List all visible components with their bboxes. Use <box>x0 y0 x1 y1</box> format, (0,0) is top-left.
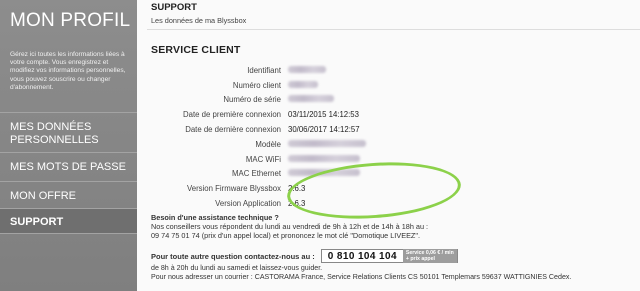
contact-footer: de 8h à 20h du lundi au samedi et laisse… <box>151 264 640 282</box>
info-label: Modèle <box>255 139 281 149</box>
info-value-redacted <box>288 139 471 149</box>
info-label: Version Application <box>215 199 281 209</box>
sidebar-item-label: MES DONNÉES PERSONNELLES <box>10 121 99 146</box>
phone-contact: Pour toute autre question contactez-nous… <box>151 249 458 263</box>
info-label: Numéro client <box>232 80 281 90</box>
phone-price: Service 0,06 € / min + prix appel <box>402 249 457 263</box>
phone-number: 0 810 104 104 <box>327 250 397 262</box>
phone-badge[interactable]: 0 810 104 104 Service 0,06 € / min + pri… <box>320 249 458 263</box>
info-label: Numéro de série <box>223 95 281 105</box>
info-value: 30/06/2017 14:12:57 <box>288 125 360 135</box>
sidebar-description: Gérez ici toutes les informations liées … <box>10 51 126 91</box>
page-title: SUPPORT <box>151 2 197 13</box>
info-label: Date de première connexion <box>183 110 281 120</box>
info-label: Identifiant <box>247 65 281 75</box>
info-row-client-number: Numéro client <box>151 78 471 93</box>
sidebar-item-label: MON OFFRE <box>10 190 76 202</box>
phone-prompt: Pour toute autre question contactez-nous… <box>151 251 315 261</box>
hours-text: de 8h à 20h du lundi au samedi et laisse… <box>151 264 323 272</box>
sidebar-item-passwords[interactable]: MES MOTS DE PASSE <box>0 152 137 181</box>
info-row-model: Modèle <box>151 137 471 152</box>
sidebar-title: MON PROFIL <box>10 10 131 31</box>
info-label: MAC WiFi <box>245 154 281 164</box>
info-row-serial-number: Numéro de série <box>151 93 471 108</box>
info-value-redacted <box>288 65 471 75</box>
info-value-redacted <box>288 95 471 104</box>
info-value-redacted <box>288 80 471 90</box>
info-row-last-connection: Date de dernière connexion 30/06/2017 14… <box>151 122 471 137</box>
page-subtitle: Les données de ma Blyssbox <box>151 16 247 25</box>
redacted-value <box>288 65 326 73</box>
sidebar-item-label: SUPPORT <box>10 216 64 228</box>
help-section: Besoin d'une assistance technique ? Nos … <box>151 213 637 240</box>
section-title: SERVICE CLIENT <box>151 44 241 56</box>
main-panel: SUPPORT Les données de ma Blyssbox SERVI… <box>137 0 640 291</box>
divider <box>147 29 640 30</box>
redacted-value <box>288 80 318 88</box>
sidebar-menu: MES DONNÉES PERSONNELLES MES MOTS DE PAS… <box>0 112 137 234</box>
sidebar-item-support[interactable]: SUPPORT <box>0 208 137 234</box>
redacted-value <box>288 154 360 162</box>
help-line: 09 74 75 01 74 (prix d'un appel local) e… <box>151 230 421 240</box>
sidebar: MON PROFIL Gérez ici toutes les informat… <box>0 0 137 291</box>
info-label: MAC Ethernet <box>232 169 281 179</box>
info-row-first-connection: Date de première connexion 03/11/2015 14… <box>151 107 471 122</box>
info-label: Version Firmware Blyssbox <box>186 184 281 194</box>
info-label: Date de dernière connexion <box>185 125 281 135</box>
sidebar-item-label: MES MOTS DE PASSE <box>10 161 126 173</box>
redacted-value <box>288 139 366 147</box>
phone-price-line: + prix appel <box>405 256 435 262</box>
info-value: 03/11/2015 14:12:53 <box>288 110 359 120</box>
info-row-identifiant: Identifiant <box>151 63 471 78</box>
sidebar-item-offer[interactable]: MON OFFRE <box>0 181 137 208</box>
redacted-value <box>288 95 334 103</box>
sidebar-item-personal-data[interactable]: MES DONNÉES PERSONNELLES <box>0 112 137 152</box>
mail-text: Pour nous adresser un courrier : CASTORA… <box>151 272 572 281</box>
